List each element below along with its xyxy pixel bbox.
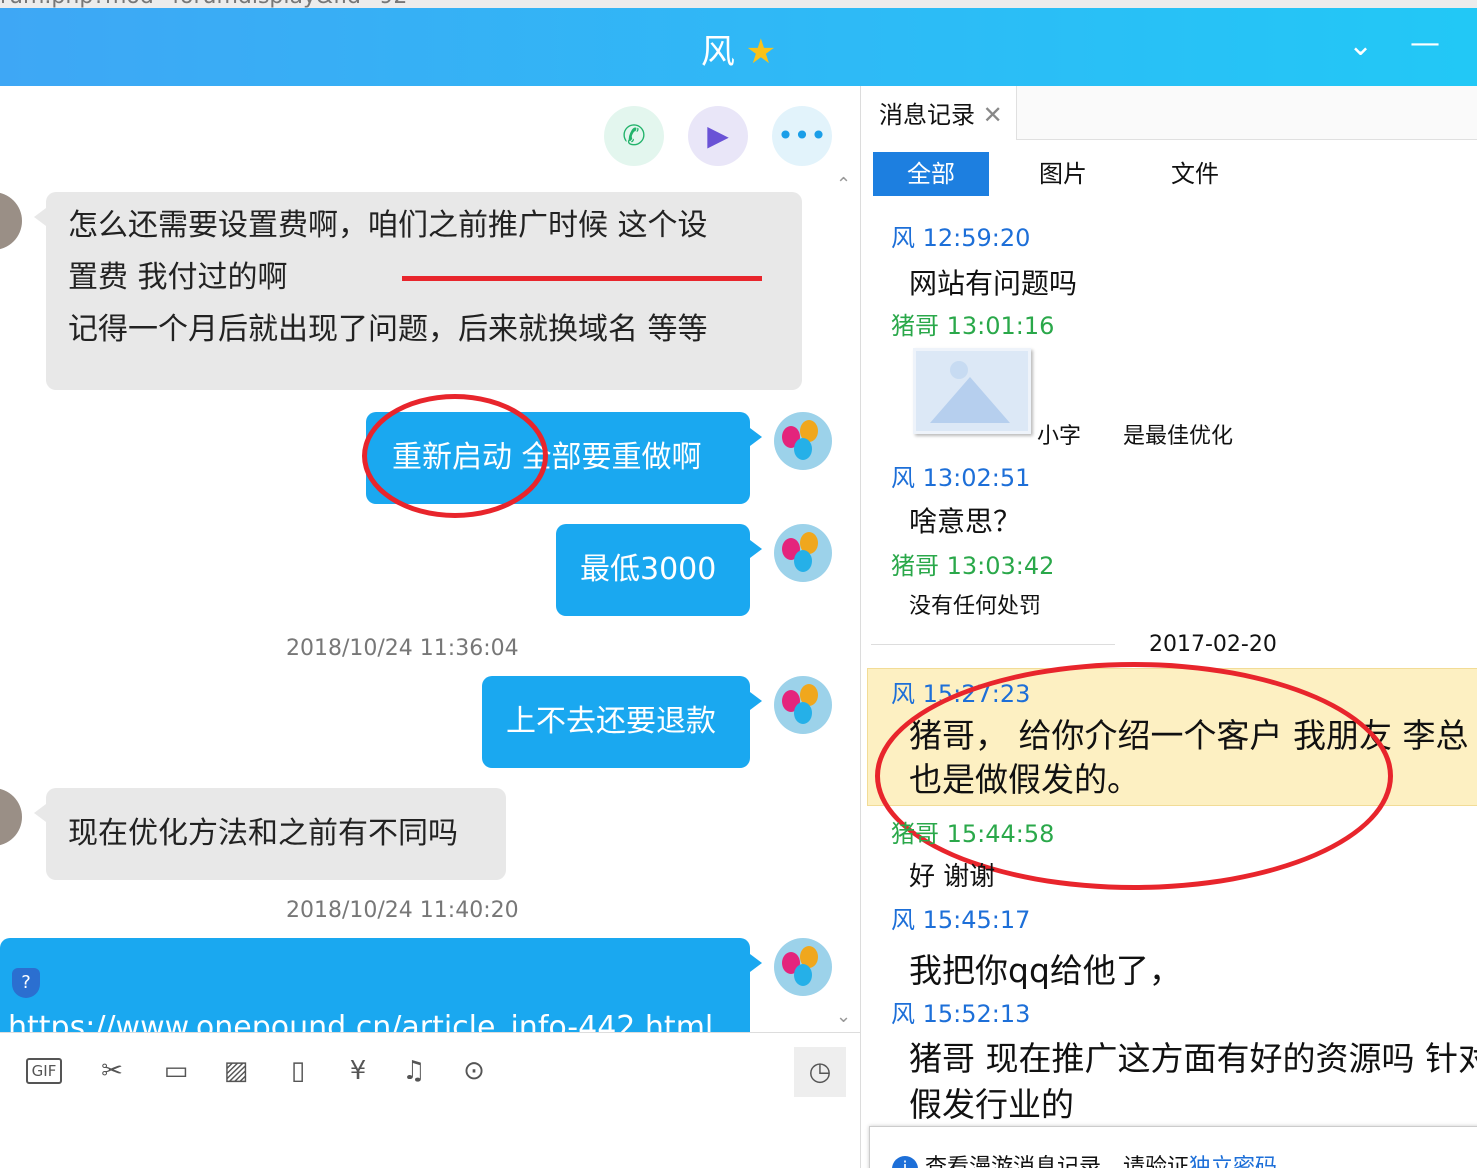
image-placeholder-icon[interactable] (913, 348, 1031, 434)
folder-icon[interactable]: ▭ (152, 1051, 200, 1091)
gif-icon[interactable]: GIF (20, 1051, 68, 1091)
timestamp: 2018/10/24 11:40:20 (286, 898, 519, 923)
bubble-tail (750, 692, 762, 710)
history-text: 猪哥 现在推广这方面有好的资源吗 针对假发行业的 (909, 1039, 1477, 1124)
history-text: 没有任何处罚 (909, 594, 1042, 619)
avatar (774, 676, 832, 734)
bubble-tail (750, 954, 762, 972)
phone-icon[interactable]: ✆ (604, 106, 664, 166)
bubble-tail (34, 804, 46, 822)
avatar (0, 788, 22, 846)
scroll-up-icon[interactable]: ⌃ (836, 174, 851, 195)
bubble-tail (750, 540, 762, 558)
filter-files[interactable]: 文件 (1137, 152, 1253, 196)
history-text: 网站有问题吗 (909, 267, 1078, 300)
message-list[interactable]: 怎么还需要设置费啊，咱们之前推广时候 这个设 置费 我付过的啊 记得一个月后就出… (0, 166, 860, 1032)
shield-icon: ? (12, 968, 40, 998)
history-meta: 猪哥 15:44:58 (891, 820, 1055, 848)
message-bubble[interactable]: 现在优化方法和之前有不同吗 (46, 788, 506, 880)
history-text: 我把你qq给他了， (909, 951, 1182, 990)
chat-panel: ✆ ▶ ••• 怎么还需要设置费啊，咱们之前推广时候 这个设 置费 我付过的啊 … (0, 86, 860, 1168)
timestamp: 2018/10/24 11:36:04 (286, 636, 519, 661)
bubble-tail (34, 208, 46, 226)
image-icon[interactable]: ▨ (212, 1051, 260, 1091)
history-meta: 猪哥 13:03:42 (891, 552, 1055, 580)
history-text: 小字 是最佳优化 (1037, 424, 1233, 449)
info-icon: i (892, 1156, 918, 1168)
history-meta: 风 15:45:17 (891, 906, 1031, 934)
date-divider: 2017-02-20 (1149, 632, 1277, 657)
minimize-icon[interactable]: — (1410, 26, 1440, 61)
vip-star-icon: ★ (745, 32, 777, 72)
input-toolbar: GIF ✂ ▭ ▨ ▯ ¥ ♫ ⊙ ◷ (0, 1032, 860, 1168)
history-icon[interactable]: ◷ (794, 1047, 846, 1097)
close-icon[interactable]: ✕ (983, 101, 1003, 129)
message-bubble[interactable]: 上不去还要退款 (482, 676, 750, 768)
history-meta: 风 15:52:13 (891, 1000, 1031, 1028)
history-text: 啥意思？ (909, 505, 1022, 538)
scissors-icon[interactable]: ✂ (88, 1051, 136, 1091)
avatar (774, 524, 832, 582)
red-circle-annotation (362, 394, 548, 518)
browser-url-text: rum.php?mod=forumdisplay&fid=92 (0, 0, 407, 8)
tab-history[interactable]: 消息记录 ✕ (861, 86, 1017, 140)
message-bubble[interactable]: ? https://www.onepound.cn/article_info-4… (0, 938, 750, 1032)
password-link[interactable]: 独立密码。 (1189, 1155, 1299, 1168)
shake-icon[interactable]: ▯ (274, 1051, 322, 1091)
browser-address-strip: rum.php?mod=forumdisplay&fid=92 (0, 0, 1477, 8)
red-underline (402, 276, 762, 281)
title-bar: 风 ★ ⌄ — (0, 8, 1477, 86)
history-text: 好 谢谢 (909, 862, 996, 892)
filter-all[interactable]: 全部 (873, 152, 989, 196)
video-icon[interactable]: ▶ (688, 106, 748, 166)
avatar (774, 938, 832, 996)
more-icon[interactable]: ••• (772, 106, 832, 166)
history-panel: 消息记录 ✕ 全部 图片 文件 风 12:59:20 网站有问题吗 猪哥 13:… (860, 86, 1477, 1168)
message-bubble[interactable]: 怎么还需要设置费啊，咱们之前推广时候 这个设 置费 我付过的啊 记得一个月后就出… (46, 192, 802, 390)
chevron-down-icon[interactable]: ⌄ (1348, 28, 1373, 63)
avatar (774, 412, 832, 470)
avatar (0, 192, 22, 250)
link-text[interactable]: https://www.onepound.cn/article_info-442… (8, 1002, 713, 1032)
filter-images[interactable]: 图片 (1005, 152, 1121, 196)
date-divider-line (871, 644, 1115, 645)
bubble-tail (750, 428, 762, 446)
music-icon[interactable]: ♫ (390, 1051, 438, 1091)
history-tab-bar: 消息记录 ✕ (861, 86, 1477, 140)
history-meta: 风 13:02:51 (891, 464, 1031, 492)
window-title: 风 ★ (700, 32, 777, 72)
history-meta: 风 12:59:20 (891, 224, 1031, 252)
verify-notice: i 查看漫游消息记录，请验证独立密码。 (869, 1126, 1477, 1168)
red-packet-icon[interactable]: ¥ (334, 1051, 382, 1091)
scroll-down-icon[interactable]: ⌄ (836, 1006, 851, 1027)
message-bubble[interactable]: 最低3000 (556, 524, 750, 616)
more-icon[interactable]: ⊙ (450, 1051, 498, 1091)
history-meta: 猪哥 13:01:16 (891, 312, 1055, 340)
